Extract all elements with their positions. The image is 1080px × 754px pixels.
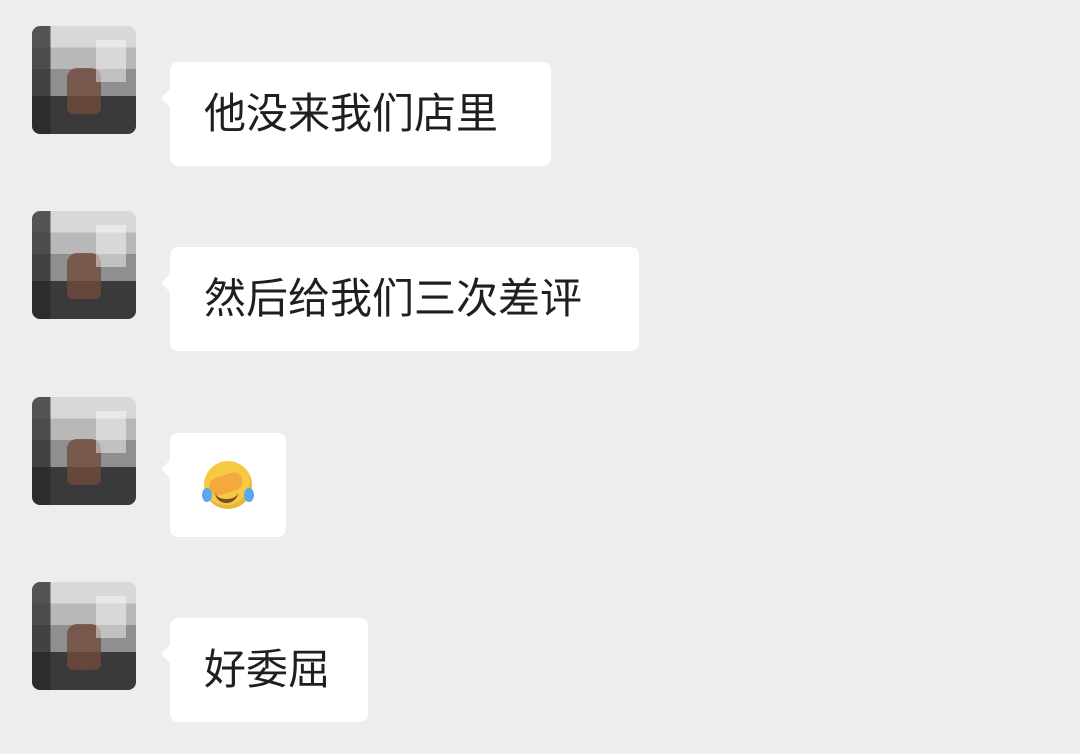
message-text: 他没来我们店里: [204, 89, 499, 138]
chat-thread: 他没来我们店里 然后给我们三次差评 好委屈: [0, 0, 1080, 754]
message-text: 然后给我们三次差评: [204, 274, 583, 323]
message-bubble[interactable]: 好委屈: [161, 618, 368, 722]
emoji-message-bubble[interactable]: [161, 433, 286, 537]
sender-avatar[interactable]: [32, 211, 136, 319]
blurred-sender-name: [168, 193, 262, 213]
tear-left-icon: [202, 488, 212, 502]
sender-avatar[interactable]: [32, 26, 136, 134]
crying-face-palm-emoji: [202, 461, 254, 509]
message-bubble[interactable]: 然后给我们三次差评: [161, 247, 639, 351]
tear-right-icon: [244, 488, 254, 502]
message-bubble[interactable]: 他没来我们店里: [161, 62, 551, 166]
blurred-sender-name: [168, 379, 262, 399]
sender-avatar[interactable]: [32, 397, 136, 505]
blurred-sender-name: [168, 564, 262, 584]
sender-avatar[interactable]: [32, 582, 136, 690]
blurred-sender-name: [168, 8, 262, 28]
message-text: 好委屈: [204, 645, 331, 694]
